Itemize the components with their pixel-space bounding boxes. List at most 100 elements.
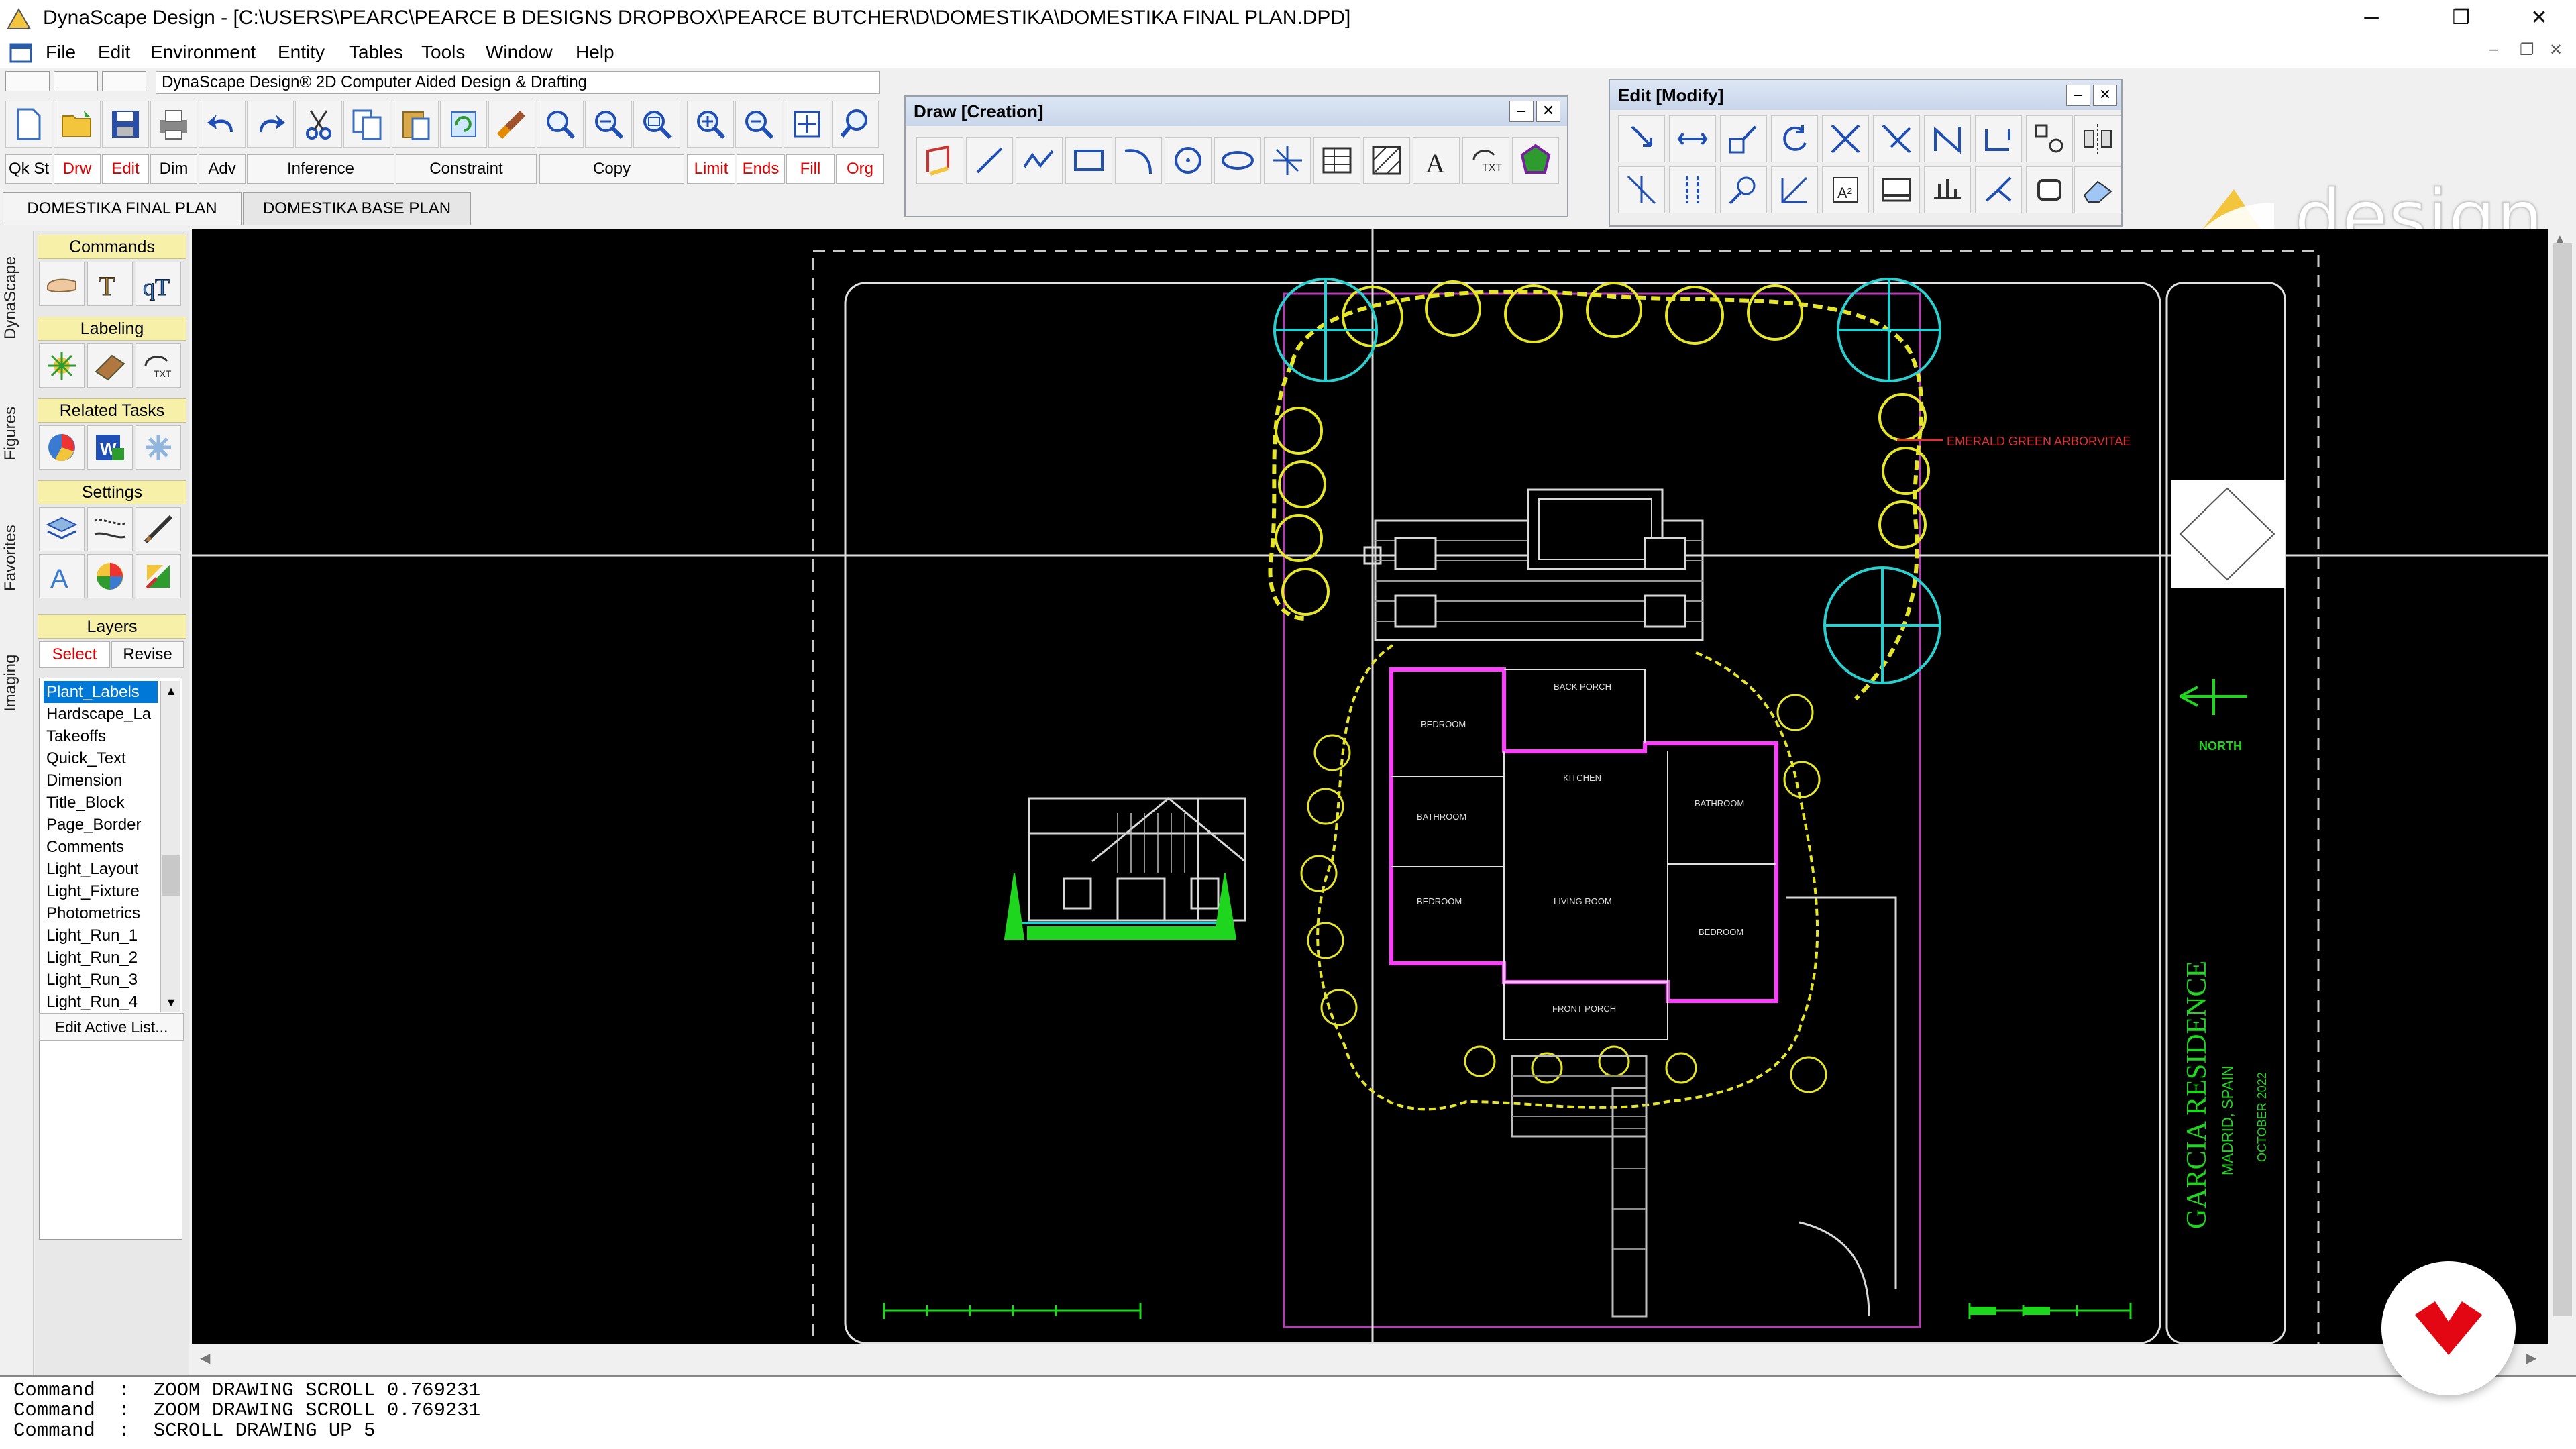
- layer-item[interactable]: Photometrics: [44, 902, 158, 924]
- arc-icon[interactable]: [1115, 137, 1162, 184]
- plant-label-icon[interactable]: [39, 343, 85, 388]
- refresh-icon[interactable]: [440, 101, 487, 148]
- redo-icon[interactable]: [247, 101, 294, 148]
- menu-help[interactable]: Help: [576, 42, 614, 63]
- open-folder-icon[interactable]: [54, 101, 101, 148]
- text-tool-icon[interactable]: T: [87, 262, 133, 306]
- mdi-close-button[interactable]: ✕: [2549, 40, 2563, 60]
- pen-width-icon[interactable]: [136, 507, 181, 551]
- chamfer-icon[interactable]: [1771, 166, 1818, 213]
- minimize-button[interactable]: ─: [2334, 0, 2408, 36]
- hand-command-icon[interactable]: [39, 262, 85, 306]
- layer-item[interactable]: Light_Run_4: [44, 991, 158, 1013]
- menu-edit[interactable]: Edit: [98, 42, 130, 63]
- polyline-icon[interactable]: [1016, 137, 1063, 184]
- estimate-icon[interactable]: [39, 425, 85, 470]
- view-split-button[interactable]: [54, 71, 98, 91]
- color-wheel-icon[interactable]: [87, 554, 133, 598]
- layer-select-button[interactable]: Select: [39, 641, 110, 668]
- layer-item[interactable]: Hardscape_La: [44, 703, 158, 725]
- tab-favorites[interactable]: Favorites: [1, 504, 30, 612]
- rotate-icon[interactable]: [1771, 115, 1818, 162]
- scroll-thumb[interactable]: [162, 855, 180, 896]
- fill-color-icon[interactable]: [136, 554, 181, 598]
- table-icon[interactable]: [1313, 137, 1360, 184]
- layer-item[interactable]: Plant_Labels: [44, 681, 158, 703]
- layer-item[interactable]: Comments: [44, 836, 158, 858]
- tab-domestika-final-plan[interactable]: DOMESTIKA FINAL PLAN: [3, 192, 241, 225]
- paintbrush-icon[interactable]: [488, 101, 535, 148]
- cut-icon[interactable]: [295, 101, 342, 148]
- layer-item[interactable]: Dimension: [44, 769, 158, 792]
- tab-figures[interactable]: Figures: [1, 380, 30, 487]
- close-button[interactable]: ✕: [2502, 0, 2576, 36]
- draw-panel-minimize-button[interactable]: –: [1509, 101, 1534, 122]
- zoom-window-icon[interactable]: [537, 101, 584, 148]
- mode-draw[interactable]: Drw: [54, 154, 101, 184]
- align-icon[interactable]: [1924, 166, 1971, 213]
- erase-icon[interactable]: [2074, 166, 2121, 213]
- zoom-in-icon[interactable]: [687, 101, 734, 148]
- snap-limit-button[interactable]: Limit: [687, 154, 735, 184]
- snap-origin-button[interactable]: Org: [836, 154, 884, 184]
- point-icon[interactable]: [1264, 137, 1311, 184]
- vertical-scroll-thumb[interactable]: [2553, 243, 2572, 1316]
- view-single-button[interactable]: [5, 71, 50, 91]
- menu-window[interactable]: Window: [486, 42, 553, 63]
- zoom-all-icon[interactable]: [633, 101, 680, 148]
- snap-fill-button[interactable]: Fill: [786, 154, 835, 184]
- command-history[interactable]: Command : ZOOM DRAWING SCROLL 0.769231 C…: [0, 1375, 2576, 1449]
- scroll-up-icon[interactable]: ▲: [162, 682, 180, 700]
- layer-item[interactable]: Quick_Text: [44, 747, 158, 769]
- layer-item[interactable]: Light_Run_3: [44, 969, 158, 991]
- word-export-icon[interactable]: W: [87, 425, 133, 470]
- rectangle-icon[interactable]: [1065, 137, 1112, 184]
- view-tile-button[interactable]: [102, 71, 146, 91]
- copy-icon[interactable]: [343, 101, 390, 148]
- drawing-canvas[interactable]: EMERALD GREEN ARBORVITAE BACK PORCH BEDR…: [192, 229, 2548, 1344]
- label-icon[interactable]: TXT: [1462, 137, 1509, 184]
- text-icon[interactable]: A: [1413, 137, 1460, 184]
- offset-icon[interactable]: [1669, 166, 1716, 213]
- layer-item[interactable]: Page_Border: [44, 814, 158, 836]
- edit-active-list-button[interactable]: Edit Active List...: [39, 1013, 184, 1041]
- undo-icon[interactable]: [199, 101, 246, 148]
- tab-domestika-base-plan[interactable]: DOMESTIKA BASE PLAN: [243, 192, 471, 225]
- settings-flower-icon[interactable]: [136, 425, 181, 470]
- symbol-icon[interactable]: [1512, 137, 1559, 184]
- join-icon[interactable]: [1975, 166, 2022, 213]
- layer-item[interactable]: Light_Run_2: [44, 947, 158, 969]
- mode-quick-start[interactable]: Qk St: [5, 154, 52, 184]
- measure-icon[interactable]: [1720, 166, 1767, 213]
- array-icon[interactable]: [2026, 115, 2073, 162]
- superscript-icon[interactable]: A²: [1822, 166, 1869, 213]
- move-icon[interactable]: [1618, 115, 1665, 162]
- mode-dimension[interactable]: Dim: [150, 154, 197, 184]
- circle-icon[interactable]: [1165, 137, 1212, 184]
- scroll-right-arrow-icon[interactable]: ▶: [2526, 1350, 2536, 1366]
- mdi-restore-button[interactable]: ❐: [2520, 40, 2534, 60]
- mdi-minimize-button[interactable]: –: [2489, 40, 2498, 59]
- hardscape-label-icon[interactable]: [87, 343, 133, 388]
- menu-environment[interactable]: Environment: [150, 42, 256, 63]
- vertical-scrollbar[interactable]: ▲: [2549, 229, 2576, 1344]
- smart-draw-icon[interactable]: [916, 137, 963, 184]
- menu-tools[interactable]: Tools: [421, 42, 465, 63]
- properties-icon[interactable]: [1873, 166, 1920, 213]
- layer-item[interactable]: Light_Fixture: [44, 880, 158, 902]
- fillet-icon[interactable]: [1924, 115, 1971, 162]
- layer-item[interactable]: Light_Run_1: [44, 924, 158, 947]
- pan-icon[interactable]: [784, 101, 830, 148]
- inference-button[interactable]: Inference: [247, 154, 394, 184]
- layer-list-scrollbar[interactable]: ▲ ▼: [160, 681, 180, 1012]
- restore-button[interactable]: ❐: [2424, 0, 2498, 36]
- edit-panel-minimize-button[interactable]: –: [2066, 85, 2090, 106]
- constraint-button[interactable]: Constraint: [396, 154, 537, 184]
- scroll-left-arrow-icon[interactable]: ◀: [200, 1350, 210, 1366]
- extend-icon[interactable]: [1873, 115, 1920, 162]
- linetype-icon[interactable]: [87, 507, 133, 551]
- menu-tables[interactable]: Tables: [349, 42, 403, 63]
- paste-icon[interactable]: [392, 101, 439, 148]
- mirror-icon[interactable]: [2074, 115, 2121, 162]
- zoom-out-icon[interactable]: [735, 101, 782, 148]
